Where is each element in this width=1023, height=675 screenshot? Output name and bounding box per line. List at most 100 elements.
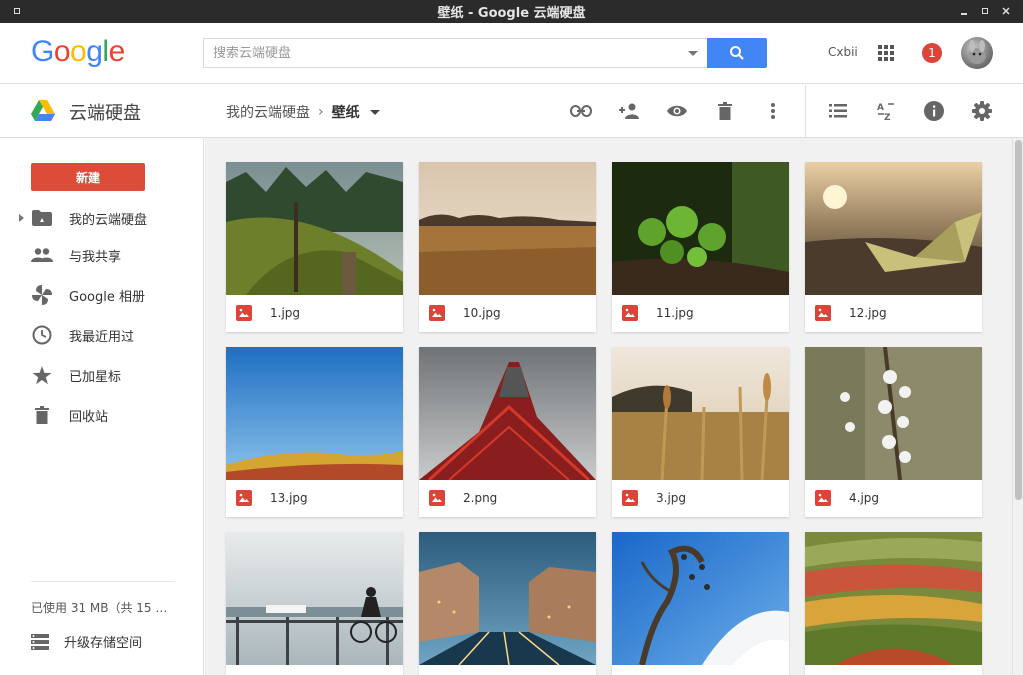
settings-button[interactable]	[970, 99, 994, 123]
breadcrumb-root[interactable]: 我的云端硬盘	[226, 102, 310, 122]
svg-text:Z: Z	[884, 113, 891, 121]
file-tile[interactable]: 2.png	[419, 347, 596, 517]
search-box[interactable]	[203, 38, 707, 68]
new-button[interactable]: 新建	[31, 163, 145, 191]
eye-icon	[667, 105, 687, 117]
upgrade-storage-label: 升级存储空间	[64, 636, 143, 651]
file-tile[interactable]	[805, 532, 982, 675]
search-input[interactable]	[204, 39, 674, 67]
file-name: 4.jpg	[849, 491, 880, 505]
drive-title: 云端硬盘	[69, 103, 141, 124]
add-person-icon	[619, 103, 639, 119]
avatar[interactable]	[961, 37, 993, 69]
file-thumbnail[interactable]	[805, 532, 982, 665]
sidebar-item-starred[interactable]: 已加星标	[0, 355, 204, 395]
file-tile[interactable]: 12.jpg	[805, 162, 982, 332]
more-vert-icon	[771, 103, 775, 119]
file-thumbnail[interactable]	[419, 162, 596, 295]
sidebar-item-label: 与我共享	[69, 249, 122, 265]
trash-icon	[31, 404, 53, 426]
file-thumbnail[interactable]	[612, 347, 789, 480]
image-file-icon	[236, 490, 252, 506]
window-menu-icon[interactable]	[10, 4, 24, 18]
sidebar-item-my-drive[interactable]: 我的云端硬盘	[0, 198, 204, 238]
file-thumbnail[interactable]	[226, 162, 403, 295]
file-thumbnail[interactable]	[805, 347, 982, 480]
sidebar-divider	[31, 581, 175, 582]
search-options-dropdown-icon[interactable]	[688, 51, 698, 56]
file-thumbnail[interactable]	[612, 532, 789, 665]
image-file-icon	[429, 490, 445, 506]
expand-arrow-icon[interactable]	[19, 214, 24, 222]
drive-toolbar: 云端硬盘 我的云端硬盘 › 壁纸 A Z	[0, 85, 1023, 138]
google-logo[interactable]: Google	[31, 35, 125, 69]
search-button[interactable]	[707, 38, 767, 68]
notification-badge[interactable]: 1	[922, 43, 942, 63]
clock-icon	[31, 324, 53, 346]
scrollbar-thumb[interactable]	[1015, 140, 1022, 500]
file-tile[interactable]	[419, 532, 596, 675]
account-name[interactable]: Cxbii	[828, 45, 858, 59]
upgrade-storage-link[interactable]: 升级存储空间	[31, 632, 142, 651]
delete-button[interactable]	[713, 99, 737, 123]
sidebar-item-recent[interactable]: 我最近用过	[0, 315, 204, 355]
trash-icon	[718, 102, 732, 120]
sidebar-item-label: 回收站	[69, 409, 109, 425]
list-view-button[interactable]	[826, 99, 850, 123]
image-file-icon	[429, 305, 445, 321]
close-icon	[1002, 7, 1010, 15]
gear-icon	[972, 101, 992, 121]
image-file-icon	[815, 490, 831, 506]
sidebar-item-trash[interactable]: 回收站	[0, 395, 204, 435]
minimize-button[interactable]	[957, 4, 971, 18]
preview-button[interactable]	[665, 99, 689, 123]
file-name: 13.jpg	[270, 491, 308, 505]
storage-icon	[31, 633, 49, 650]
file-tile[interactable]: 4.jpg	[805, 347, 982, 517]
top-header: Google Cxbii 1	[0, 23, 1023, 84]
share-button[interactable]	[617, 99, 641, 123]
file-tile[interactable]: 3.jpg	[612, 347, 789, 517]
drive-logo-icon[interactable]	[31, 100, 55, 126]
window-titlebar: 壁纸 - Google 云端硬盘	[0, 0, 1023, 23]
sort-button[interactable]: A Z	[874, 99, 898, 123]
file-thumbnail[interactable]	[419, 347, 596, 480]
main-scrollbar[interactable]	[1012, 138, 1023, 675]
list-view-icon	[829, 104, 847, 118]
file-tile[interactable]: 13.jpg	[226, 347, 403, 517]
search-icon	[730, 46, 744, 60]
sidebar-item-photos[interactable]: Google 相册	[0, 275, 204, 315]
file-tile[interactable]	[226, 532, 403, 675]
file-thumbnail[interactable]	[612, 162, 789, 295]
file-thumbnail[interactable]	[226, 347, 403, 480]
file-name: 1.jpg	[270, 306, 301, 320]
file-thumbnail[interactable]	[226, 532, 403, 665]
image-file-icon	[622, 305, 638, 321]
file-tile[interactable]: 11.jpg	[612, 162, 789, 332]
sidebar-item-label: 已加星标	[69, 369, 122, 385]
maximize-button[interactable]	[978, 4, 992, 18]
file-thumbnail[interactable]	[419, 532, 596, 665]
file-tile[interactable]: 1.jpg	[226, 162, 403, 332]
file-tile[interactable]	[612, 532, 789, 675]
file-name: 3.jpg	[656, 491, 687, 505]
get-link-button[interactable]	[569, 99, 593, 123]
sidebar-item-label: 我最近用过	[69, 329, 135, 345]
folder-menu-dropdown-icon[interactable]	[369, 109, 380, 115]
file-grid: 1.jpg 10.jpg 11.jpg 12.jpg 13.jpg 2.png	[205, 138, 1012, 675]
close-button[interactable]	[999, 4, 1013, 18]
file-name: 2.png	[463, 491, 498, 505]
file-tile[interactable]: 10.jpg	[419, 162, 596, 332]
chevron-right-icon: ›	[318, 104, 324, 120]
link-icon	[570, 105, 592, 117]
info-icon	[924, 101, 944, 121]
apps-grid-icon[interactable]	[878, 45, 894, 61]
file-name: 11.jpg	[656, 306, 694, 320]
image-file-icon	[815, 305, 831, 321]
file-thumbnail[interactable]	[805, 162, 982, 295]
sidebar-item-shared[interactable]: 与我共享	[0, 235, 204, 275]
breadcrumb-current[interactable]: 壁纸	[332, 102, 360, 122]
details-button[interactable]	[922, 99, 946, 123]
more-actions-button[interactable]	[761, 99, 785, 123]
sidebar-item-label: 我的云端硬盘	[69, 212, 148, 228]
